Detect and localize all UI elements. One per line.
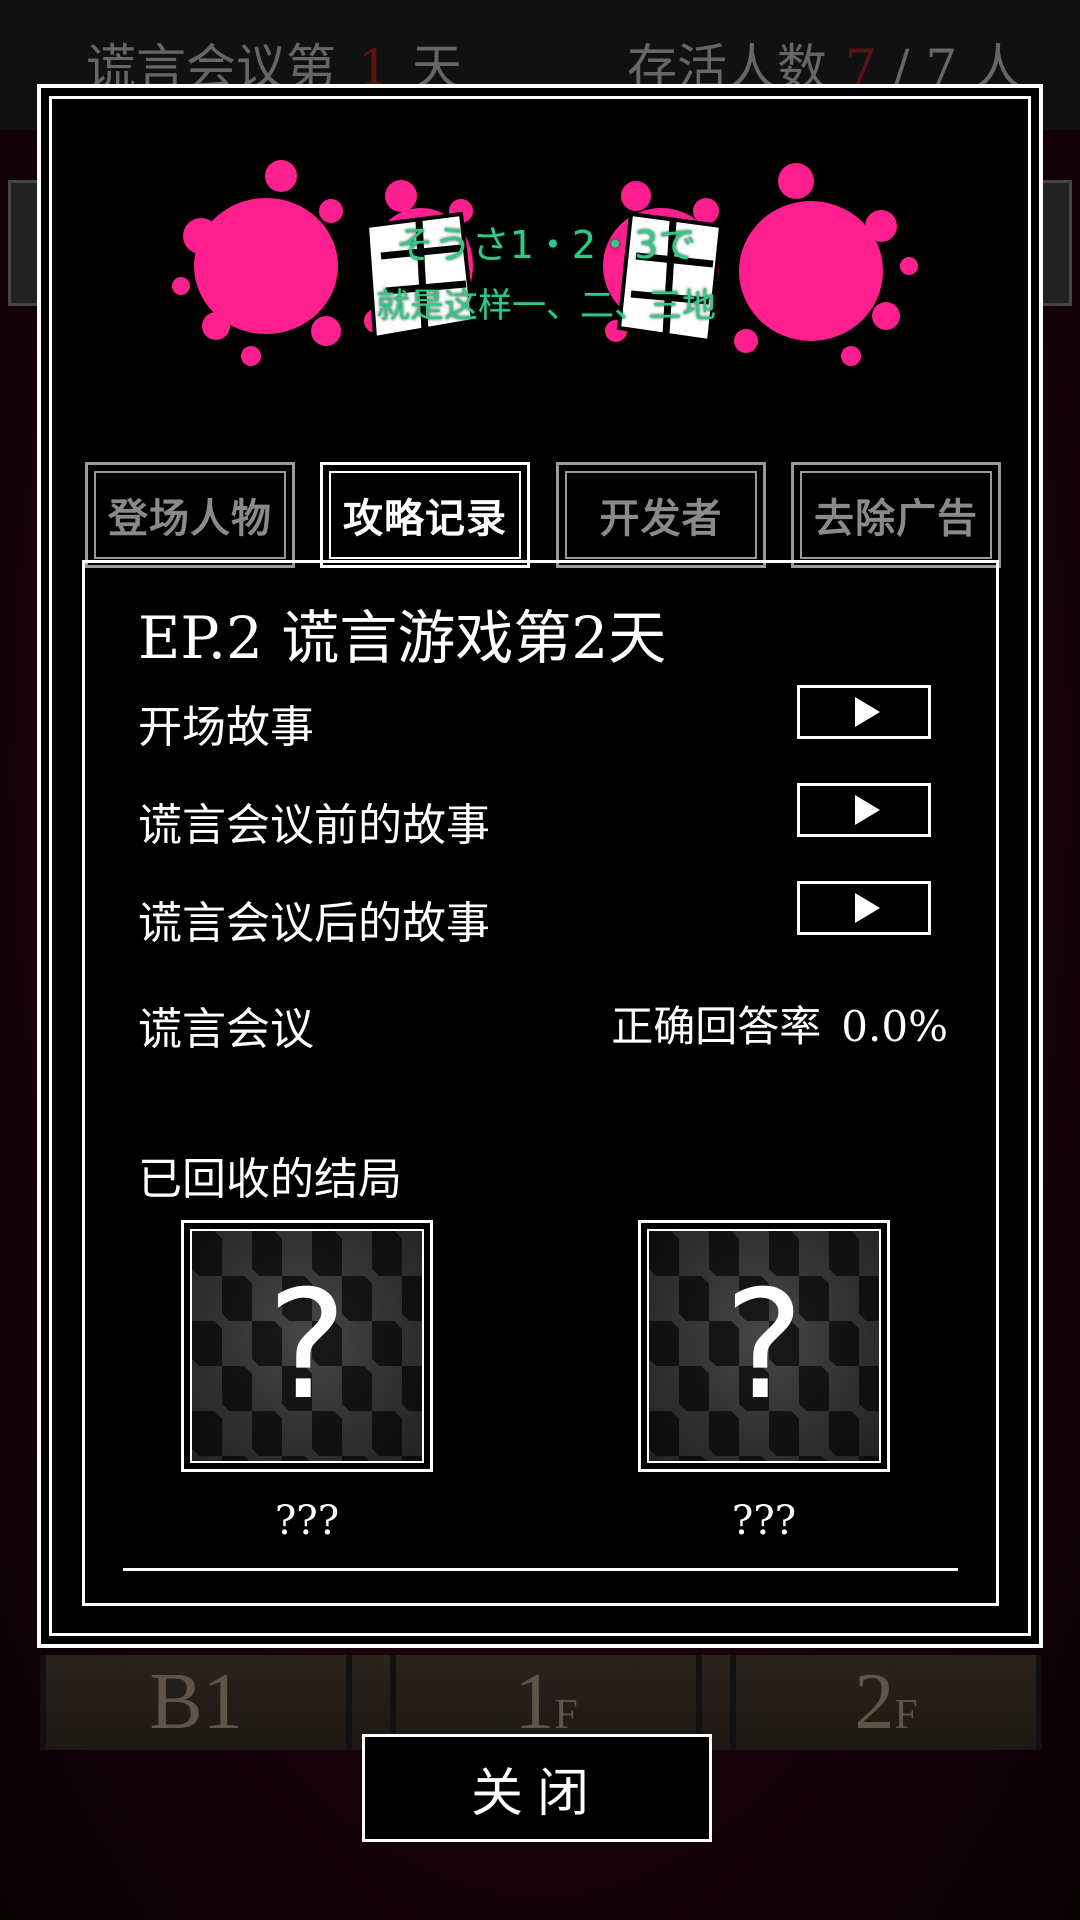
correct-rate-label: 正确回答率 xyxy=(611,1002,822,1051)
tab-developer[interactable]: 开发者 xyxy=(556,462,766,568)
play-before-meeting-story-button[interactable] xyxy=(797,783,931,837)
story-row-opening: 开场故事 xyxy=(138,685,948,753)
story-row-before-meeting: 谎言会议前的故事 xyxy=(138,783,948,851)
play-icon xyxy=(854,893,880,923)
play-icon xyxy=(854,697,880,727)
story-label: 谎言会议后的故事 xyxy=(138,898,490,949)
ending-name-2: ??? xyxy=(731,1498,797,1544)
tab-walkthrough-record-label: 攻略记录 xyxy=(343,496,507,542)
record-panel: EP.2 谎言游戏第2天 开场故事 谎言会议前的故事 谎言会议后的故事 谎言会议… xyxy=(82,560,999,1606)
story-label: 开场故事 xyxy=(138,702,314,753)
tab-characters[interactable]: 登场人物 xyxy=(85,462,295,568)
game-logo: そうさ1・2・3で 就是这样一、二、三地 xyxy=(161,116,931,416)
story-row-after-meeting: 谎言会议后的故事 xyxy=(138,881,948,949)
play-after-meeting-story-button[interactable] xyxy=(797,881,931,935)
tab-developer-label: 开发者 xyxy=(599,496,723,542)
episode-title: EP.2 谎言游戏第2天 xyxy=(138,604,667,672)
tab-walkthrough-record[interactable]: 攻略记录 xyxy=(320,462,530,568)
close-button-label: 关闭 xyxy=(470,1763,603,1824)
ending-name-1: ??? xyxy=(274,1498,340,1544)
meeting-label: 谎言会议 xyxy=(138,1004,314,1055)
question-mark-icon: ? xyxy=(724,1259,804,1433)
correct-rate-value: 0.0% xyxy=(841,1002,948,1051)
endings-title: 已回收的结局 xyxy=(138,1154,402,1205)
game-screen: 谎言会议第 1 天 存活人数 7 / 7 人 B1 1F 2F そうさ1・2・3… xyxy=(0,0,1080,1920)
question-mark-icon: ? xyxy=(267,1259,347,1433)
record-modal: そうさ1・2・3で 就是这样一、二、三地 登场人物 攻略记录 开发者 去除广告 … xyxy=(37,84,1043,1648)
ending-card-1[interactable]: ? xyxy=(181,1220,433,1472)
floor-b1: B1 xyxy=(40,1655,352,1750)
play-opening-story-button[interactable] xyxy=(797,685,931,739)
tab-remove-ads[interactable]: 去除广告 xyxy=(791,462,1001,568)
story-label: 谎言会议前的故事 xyxy=(138,800,490,851)
play-icon xyxy=(854,795,880,825)
panel-divider xyxy=(123,1568,958,1571)
logo-subtitle-cn: 就是这样一、二、三地 xyxy=(376,286,716,326)
tab-characters-label: 登场人物 xyxy=(108,496,272,542)
close-button[interactable]: 关闭 xyxy=(362,1734,712,1842)
tab-remove-ads-label: 去除广告 xyxy=(814,496,978,542)
logo-subtitle-jp: そうさ1・2・3で xyxy=(395,223,697,267)
correct-rate: 正确回答率 0.0% xyxy=(611,993,948,1054)
floor-2f: 2F xyxy=(730,1655,1042,1750)
ending-card-2[interactable]: ? xyxy=(638,1220,890,1472)
